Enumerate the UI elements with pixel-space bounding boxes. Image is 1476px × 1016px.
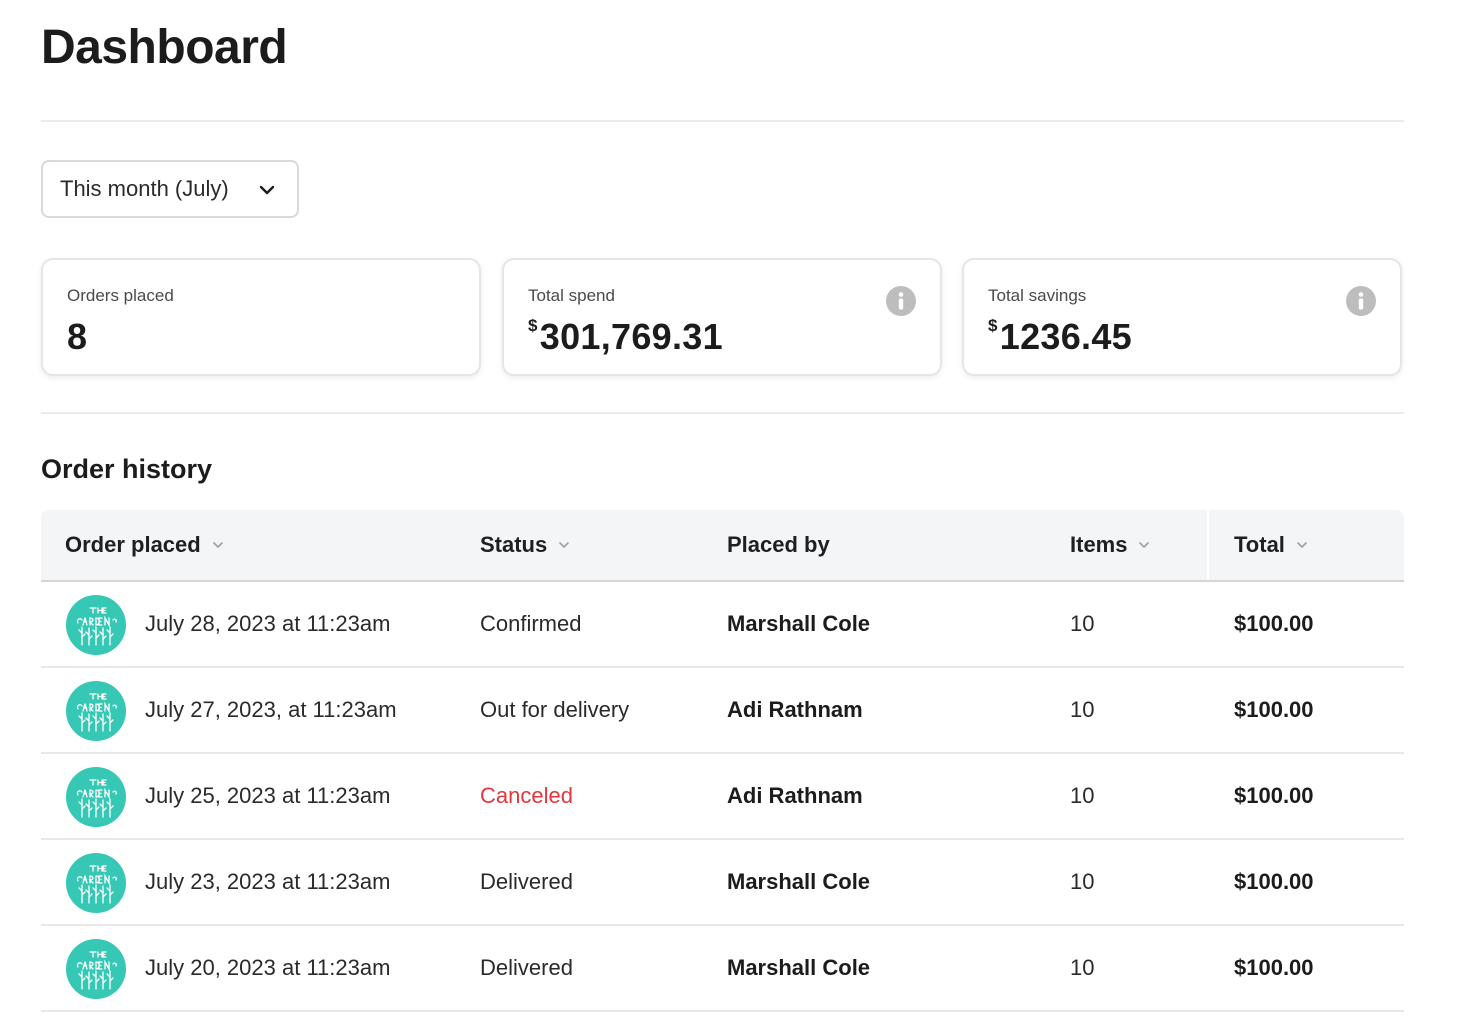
order-date: July 27, 2023, at 11:23am [145, 697, 397, 722]
order-total: $100.00 [1234, 783, 1314, 808]
item-count: 10 [1070, 783, 1095, 808]
table-row[interactable]: July 28, 2023 at 11:23am Confirmed Marsh… [41, 582, 1404, 668]
dashboard-page: Dashboard This month (July) Orders place… [0, 0, 1476, 1016]
column-header-label: Placed by [727, 532, 830, 557]
chevron-down-icon [1139, 542, 1150, 548]
garden-logo [76, 607, 117, 646]
stat-value: $301,769.31 [528, 316, 723, 358]
currency-symbol: $ [528, 316, 538, 335]
order-status: Delivered [480, 955, 573, 980]
store-avatar [66, 595, 126, 655]
column-header-label: Status [480, 532, 548, 557]
table-row[interactable]: July 25, 2023 at 11:23am Canceled Adi Ra… [41, 754, 1404, 840]
table-row[interactable]: July 20, 2023 at 11:23am Delivered Marsh… [41, 926, 1404, 1012]
order-status: Confirmed [480, 611, 582, 636]
column-header-order-placed[interactable]: Order placed [65, 510, 225, 580]
currency-symbol: $ [988, 316, 998, 335]
column-header-total[interactable]: Total [1234, 510, 1309, 580]
order-history-table: Order placed Status Placed by Items Tota… [41, 510, 1404, 1012]
stat-card-total-savings: Total savings $1236.45 [962, 258, 1402, 376]
column-header-label: Items [1070, 532, 1128, 557]
column-header-status[interactable]: Status [480, 510, 571, 580]
divider [41, 120, 1404, 122]
item-count: 10 [1070, 869, 1095, 894]
store-avatar [66, 767, 126, 827]
chevron-down-icon [1297, 542, 1307, 548]
stat-label: Orders placed [67, 286, 174, 305]
stat-label: Total savings [988, 286, 1087, 305]
order-status: Canceled [480, 783, 573, 808]
order-status: Out for delivery [480, 697, 630, 722]
order-date: July 28, 2023 at 11:23am [145, 611, 391, 636]
placed-by: Marshall Cole [727, 869, 871, 894]
divider [41, 412, 1404, 414]
placed-by: Adi Rathnam [727, 697, 863, 722]
info-icon[interactable] [886, 286, 916, 316]
stat-label: Total spend [528, 286, 615, 305]
order-date: July 23, 2023 at 11:23am [145, 869, 391, 894]
order-total: $100.00 [1234, 611, 1314, 636]
garden-logo [76, 779, 117, 818]
table-body: July 28, 2023 at 11:23am Confirmed Marsh… [41, 582, 1404, 1012]
order-total: $100.00 [1234, 869, 1314, 894]
stat-value-number: 8 [67, 316, 88, 357]
order-total: $100.00 [1234, 697, 1314, 722]
period-select-label: This month (July) [60, 176, 229, 201]
column-header-label: Order placed [65, 532, 201, 557]
table-row[interactable]: July 23, 2023 at 11:23am Delivered Marsh… [41, 840, 1404, 926]
store-avatar [66, 939, 126, 999]
store-avatar [66, 853, 126, 913]
order-status: Delivered [480, 869, 573, 894]
item-count: 10 [1070, 611, 1095, 636]
stat-value-number: 301,769.31 [539, 316, 723, 357]
stat-card-total-spend: Total spend $301,769.31 [502, 258, 942, 376]
info-icon[interactable] [1346, 286, 1376, 316]
table-row[interactable]: July 27, 2023, at 11:23am Out for delive… [41, 668, 1404, 754]
page-title: Dashboard [41, 21, 288, 74]
stat-value-number: 1236.45 [999, 316, 1132, 357]
placed-by: Marshall Cole [727, 611, 871, 636]
store-avatar [66, 681, 126, 741]
column-header-items[interactable]: Items [1070, 510, 1151, 580]
order-total: $100.00 [1234, 955, 1314, 980]
garden-logo [76, 951, 117, 990]
chevron-down-icon [212, 542, 223, 548]
stat-value: 8 [67, 316, 87, 358]
order-date: July 25, 2023 at 11:23am [145, 783, 391, 808]
order-date: July 20, 2023 at 11:23am [145, 955, 391, 980]
column-separator [1207, 510, 1209, 580]
table-header: Order placed Status Placed by Items Tota… [41, 510, 1404, 582]
chevron-down-icon [259, 185, 275, 195]
item-count: 10 [1070, 955, 1095, 980]
placed-by: Adi Rathnam [727, 783, 863, 808]
placed-by: Marshall Cole [727, 955, 871, 980]
column-header-placed-by: Placed by [727, 510, 830, 580]
garden-logo [76, 865, 117, 904]
column-header-label: Total [1234, 532, 1285, 557]
period-select[interactable]: This month (July) [41, 160, 299, 218]
garden-logo [76, 693, 117, 732]
stat-card-orders-placed: Orders placed 8 [41, 258, 481, 376]
chevron-down-icon [559, 542, 570, 548]
stat-value: $1236.45 [988, 316, 1132, 358]
item-count: 10 [1070, 697, 1095, 722]
order-history-title: Order history [41, 454, 213, 484]
